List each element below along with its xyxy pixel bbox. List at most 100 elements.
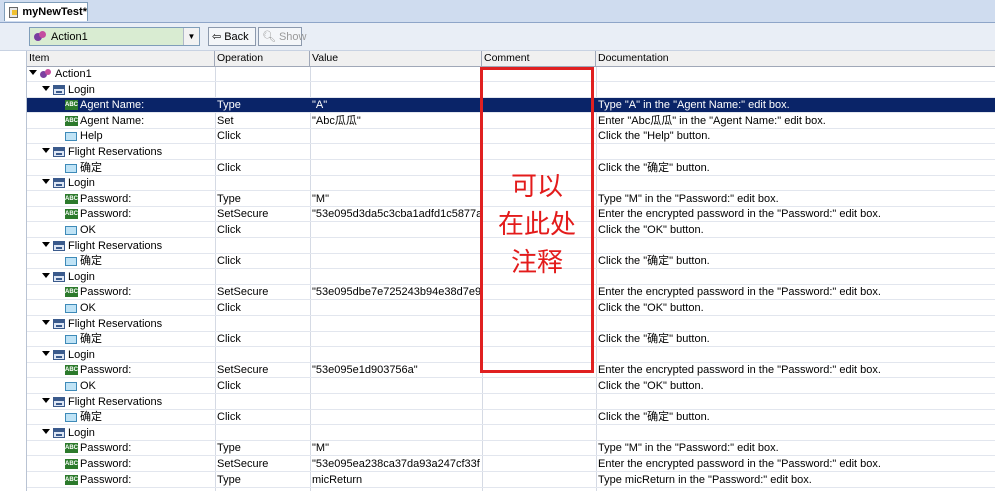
- column-header-item[interactable]: Item: [27, 51, 215, 66]
- value-cell[interactable]: [312, 129, 480, 144]
- item-cell[interactable]: 确定: [80, 332, 102, 347]
- table-row[interactable]: Flight Reservations: [27, 395, 995, 410]
- value-cell[interactable]: [312, 317, 480, 332]
- chevron-down-icon[interactable]: ▼: [183, 28, 199, 45]
- operation-cell[interactable]: Set: [217, 114, 307, 129]
- table-row[interactable]: Login: [27, 426, 995, 441]
- value-cell[interactable]: [312, 332, 480, 347]
- value-cell[interactable]: "53e095e1d903756a": [312, 363, 480, 378]
- operation-cell[interactable]: [217, 270, 307, 285]
- item-cell[interactable]: Password:: [80, 473, 131, 488]
- item-cell[interactable]: Login: [68, 348, 95, 363]
- operation-cell[interactable]: Click: [217, 332, 307, 347]
- value-cell[interactable]: [312, 223, 480, 238]
- expand-toggle-icon[interactable]: [42, 85, 50, 91]
- item-cell[interactable]: Login: [68, 176, 95, 191]
- operation-cell[interactable]: [217, 317, 307, 332]
- expand-toggle-icon[interactable]: [42, 319, 50, 325]
- operation-cell[interactable]: [217, 348, 307, 363]
- table-row[interactable]: ABC Password: SetSecure "53e095ea238ca37da9…: [27, 457, 995, 472]
- operation-cell[interactable]: [217, 395, 307, 410]
- value-cell[interactable]: [312, 67, 480, 82]
- operation-cell[interactable]: [217, 426, 307, 441]
- value-cell[interactable]: "A": [312, 98, 480, 113]
- table-row[interactable]: ABC Password: Type micReturn Type micReturn …: [27, 473, 995, 488]
- operation-cell[interactable]: Click: [217, 161, 307, 176]
- item-cell[interactable]: Password:: [80, 441, 131, 456]
- value-cell[interactable]: "53e095ea238ca37da93a247cf33f25f...: [312, 457, 480, 472]
- value-cell[interactable]: [312, 379, 480, 394]
- column-header-value[interactable]: Value: [310, 51, 482, 66]
- value-cell[interactable]: micReturn: [312, 473, 480, 488]
- back-button[interactable]: ⇦ Back: [208, 27, 256, 46]
- operation-cell[interactable]: Type: [217, 473, 307, 488]
- item-cell[interactable]: Password:: [80, 192, 131, 207]
- table-row[interactable]: ABC Password: Type "M" Type "M" in the "Pass…: [27, 441, 995, 457]
- value-cell[interactable]: [312, 161, 480, 176]
- operation-cell[interactable]: SetSecure: [217, 457, 307, 472]
- operation-cell[interactable]: SetSecure: [217, 207, 307, 222]
- item-cell[interactable]: Action1: [55, 67, 92, 82]
- item-cell[interactable]: Password:: [80, 207, 131, 222]
- item-cell[interactable]: Password:: [80, 285, 131, 300]
- value-cell[interactable]: [312, 348, 480, 363]
- operation-cell[interactable]: Click: [217, 379, 307, 394]
- value-cell[interactable]: [312, 301, 480, 316]
- operation-cell[interactable]: Type: [217, 441, 307, 456]
- item-cell[interactable]: Login: [68, 426, 95, 441]
- expand-toggle-icon[interactable]: [42, 179, 50, 185]
- operation-cell[interactable]: [217, 145, 307, 160]
- value-cell[interactable]: "53e095dbe7e725243b94e38d7e9faa...: [312, 285, 480, 300]
- item-cell[interactable]: OK: [80, 379, 96, 394]
- table-row[interactable]: 确定 Click Click the "确定" button.: [27, 410, 995, 426]
- expand-toggle-icon[interactable]: [29, 70, 37, 75]
- value-cell[interactable]: [312, 410, 480, 425]
- operation-cell[interactable]: [217, 67, 307, 82]
- value-cell[interactable]: [312, 395, 480, 410]
- item-cell[interactable]: Flight Reservations: [68, 145, 162, 160]
- operation-cell[interactable]: Click: [217, 301, 307, 316]
- value-cell[interactable]: [312, 254, 480, 269]
- expand-toggle-icon[interactable]: [42, 241, 50, 247]
- value-cell[interactable]: [312, 176, 480, 191]
- item-cell[interactable]: Agent Name:: [80, 114, 144, 129]
- value-cell[interactable]: [312, 270, 480, 285]
- expand-toggle-icon[interactable]: [42, 397, 50, 403]
- operation-cell[interactable]: [217, 83, 307, 98]
- value-cell[interactable]: "Abc瓜瓜": [312, 114, 480, 129]
- expand-toggle-icon[interactable]: [42, 350, 50, 356]
- value-cell[interactable]: [312, 145, 480, 160]
- operation-cell[interactable]: [217, 176, 307, 191]
- column-header-documentation[interactable]: Documentation: [596, 51, 995, 66]
- operation-cell[interactable]: Click: [217, 129, 307, 144]
- operation-cell[interactable]: SetSecure: [217, 285, 307, 300]
- operation-cell[interactable]: Click: [217, 223, 307, 238]
- item-cell[interactable]: 确定: [80, 254, 102, 269]
- item-cell[interactable]: Agent Name:: [80, 98, 144, 113]
- expand-toggle-icon[interactable]: [42, 148, 50, 153]
- value-cell[interactable]: [312, 426, 480, 441]
- item-cell[interactable]: Flight Reservations: [68, 395, 162, 410]
- operation-cell[interactable]: SetSecure: [217, 363, 307, 378]
- table-row[interactable]: OK Click Click the "OK" button.: [27, 379, 995, 394]
- expand-toggle-icon[interactable]: [42, 428, 50, 434]
- operation-cell[interactable]: Type: [217, 192, 307, 207]
- value-cell[interactable]: "M": [312, 192, 480, 207]
- operation-cell[interactable]: Click: [217, 254, 307, 269]
- item-cell[interactable]: Help: [80, 129, 103, 144]
- value-cell[interactable]: "53e095d3da5c3cba1adfd1c5877ab4...: [312, 207, 480, 222]
- item-cell[interactable]: 确定: [80, 161, 102, 176]
- column-header-operation[interactable]: Operation: [215, 51, 310, 66]
- item-cell[interactable]: Flight Reservations: [68, 239, 162, 254]
- value-cell[interactable]: [312, 239, 480, 254]
- operation-cell[interactable]: Type: [217, 98, 307, 113]
- value-cell[interactable]: [312, 83, 480, 98]
- item-cell[interactable]: OK: [80, 301, 96, 316]
- value-cell[interactable]: "M": [312, 441, 480, 456]
- expand-toggle-icon[interactable]: [42, 272, 50, 278]
- item-cell[interactable]: Login: [68, 270, 95, 285]
- column-header-comment[interactable]: Comment: [482, 51, 596, 66]
- tab-mynewtest[interactable]: myNewTest*: [4, 2, 88, 21]
- item-cell[interactable]: Password:: [80, 363, 131, 378]
- item-cell[interactable]: OK: [80, 223, 96, 238]
